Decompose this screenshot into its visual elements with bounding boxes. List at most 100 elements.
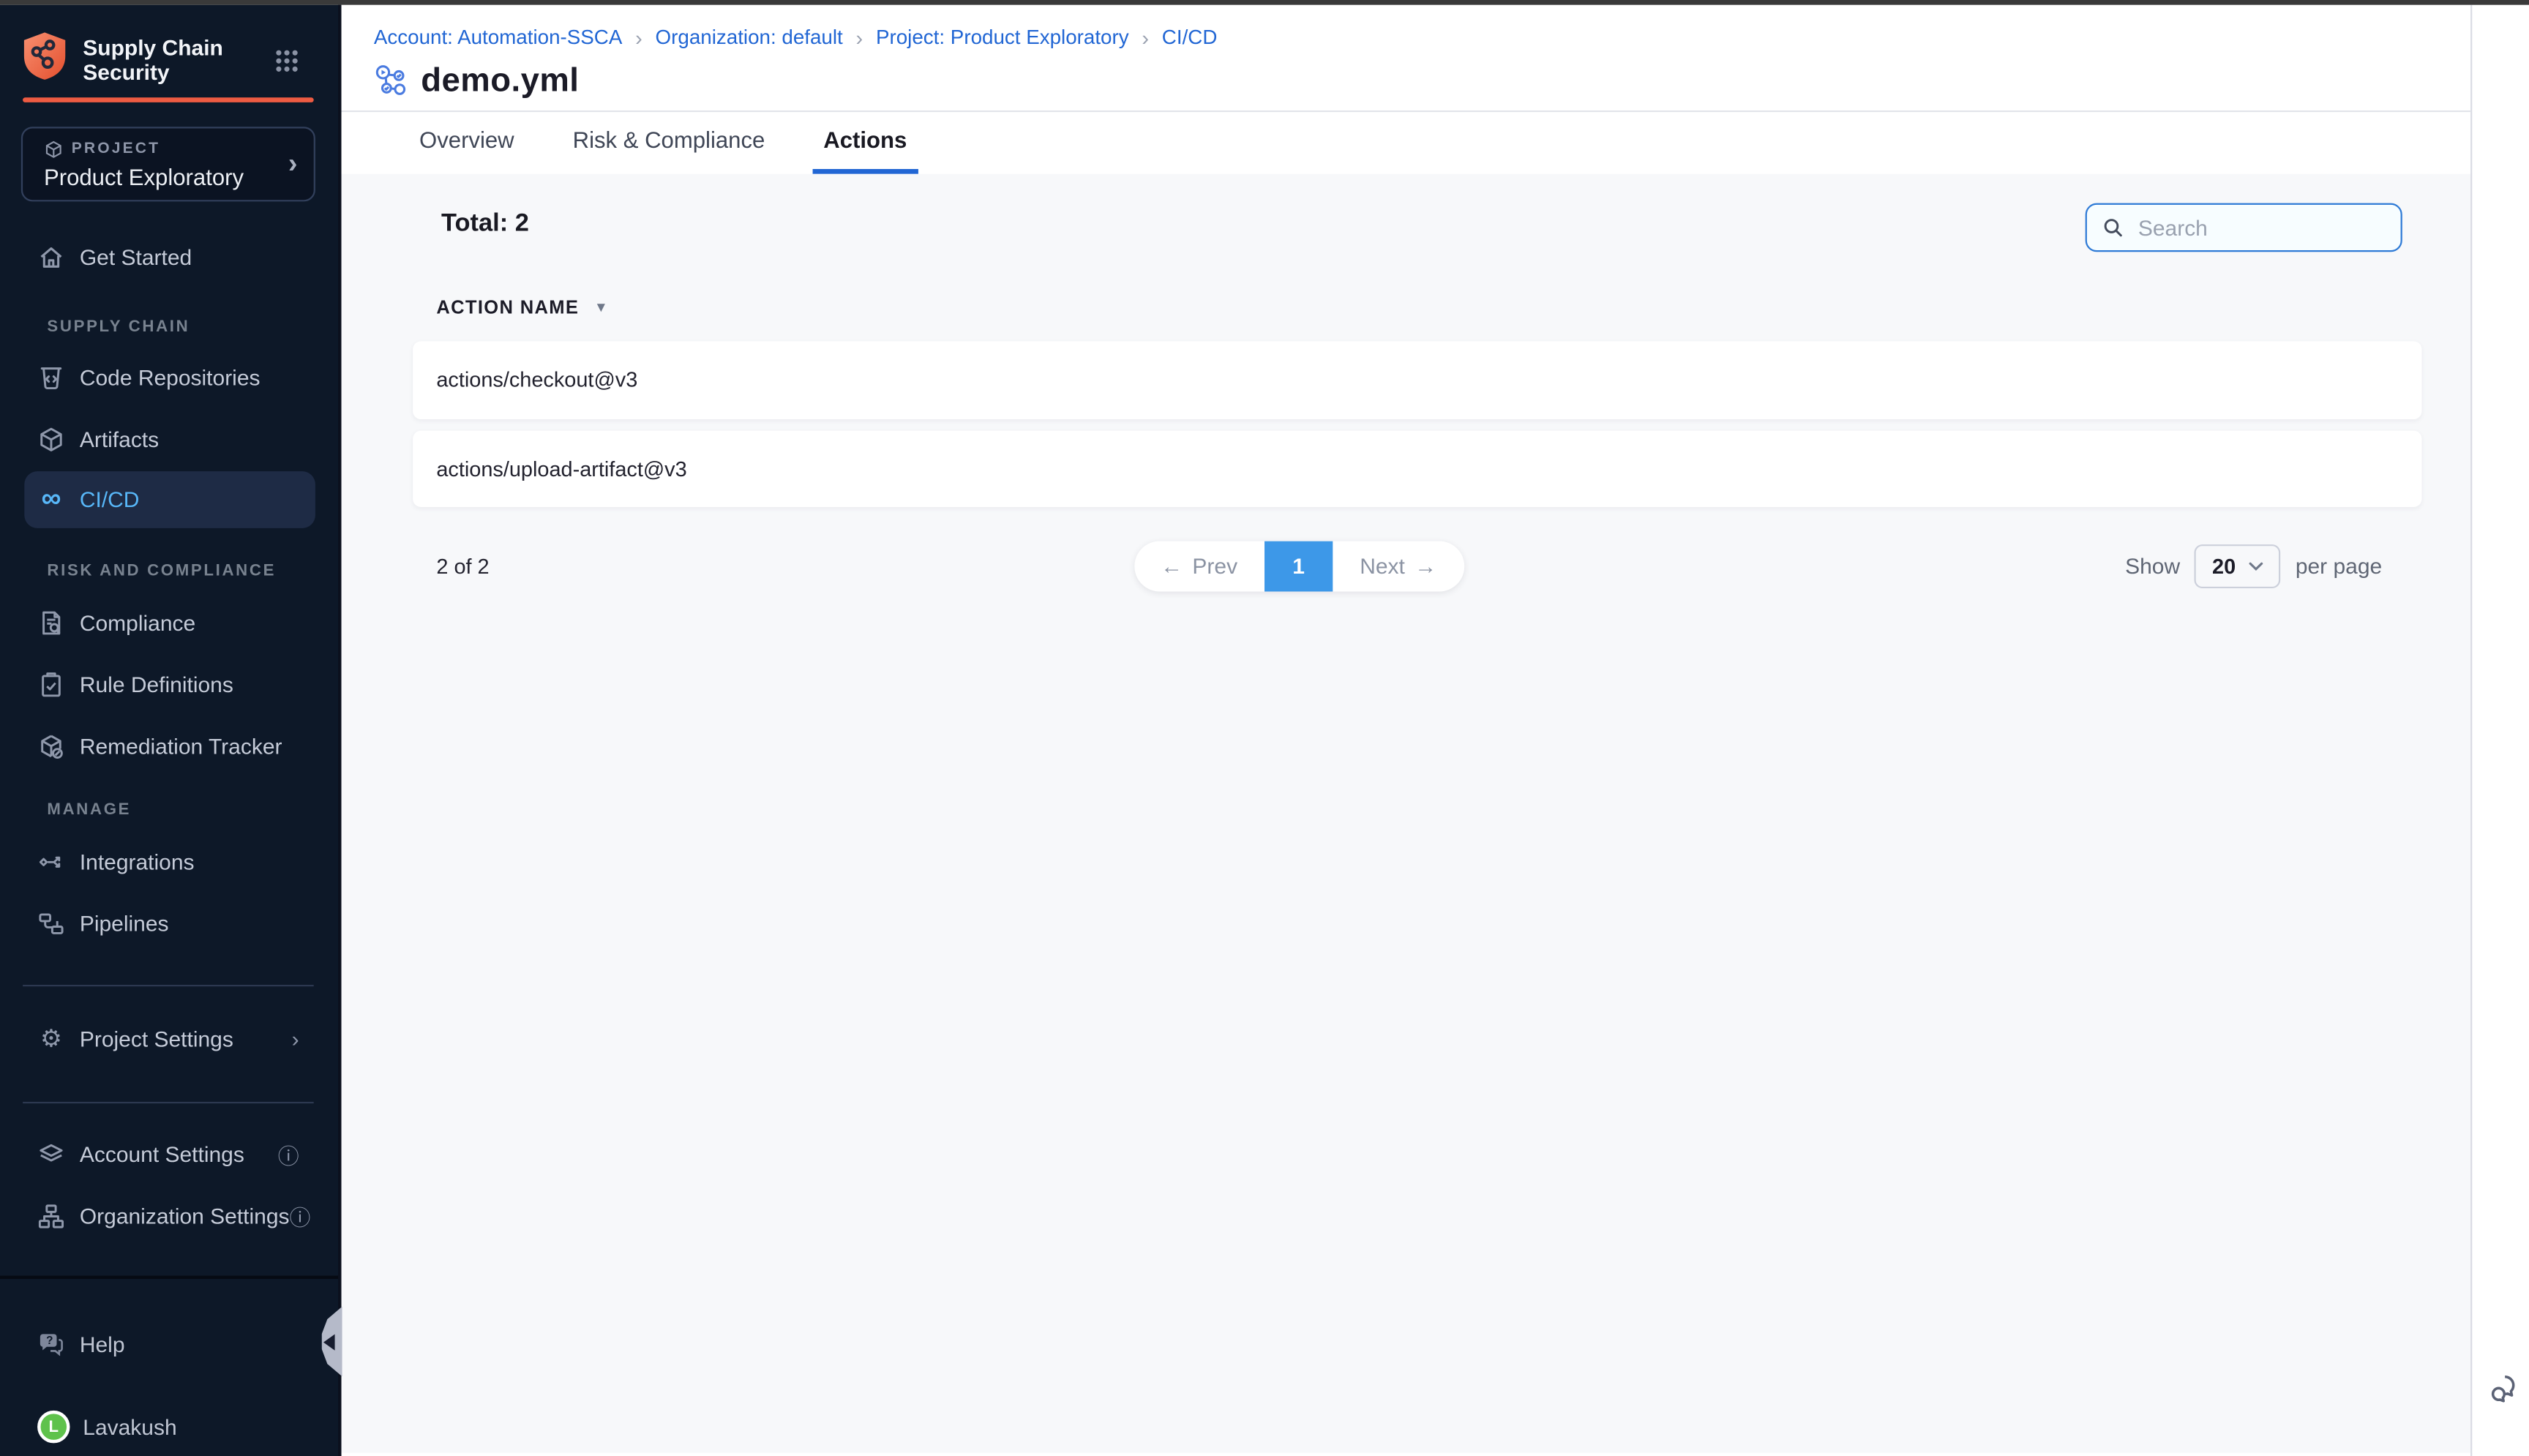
sort-desc-icon: ▾	[597, 299, 605, 317]
avatar: L	[37, 1411, 70, 1443]
pipeline-file-icon	[374, 63, 410, 99]
pagination-range: 2 of 2	[436, 541, 489, 592]
section-label-supply-chain: SUPPLY CHAIN	[47, 318, 190, 335]
help-chat-icon: ?	[37, 1330, 65, 1358]
sidebar-item-label: CI/CD	[80, 487, 140, 511]
arrow-left-icon: ←	[1161, 554, 1183, 578]
sidebar-item-label: Help	[80, 1332, 125, 1356]
page-number-button[interactable]: 1	[1264, 541, 1333, 592]
sidebar-divider	[23, 1101, 314, 1103]
column-header-action-name[interactable]: ACTION NAME ▾	[436, 299, 605, 318]
chevron-right-icon: ›	[292, 1027, 299, 1051]
pipelines-icon	[37, 909, 65, 937]
sidebar-item-project-settings[interactable]: ⚙ Project Settings ›	[24, 1010, 315, 1067]
sidebar-item-account-settings[interactable]: Account Settings ⓘ	[24, 1125, 315, 1182]
show-label: Show	[2125, 554, 2180, 578]
sidebar-item-label: Code Repositories	[80, 365, 261, 389]
search-icon	[2101, 216, 2124, 239]
sidebar-item-label: Pipelines	[80, 911, 169, 935]
search-input[interactable]	[2135, 214, 2385, 241]
breadcrumb-cicd-link[interactable]: CI/CD	[1162, 26, 1218, 49]
rule-definitions-clipboard-icon	[37, 670, 65, 698]
info-icon[interactable]: ⓘ	[278, 1138, 299, 1169]
compliance-document-icon	[37, 609, 65, 637]
chevron-down-icon	[2247, 560, 2263, 572]
integrations-icon	[37, 847, 65, 875]
sidebar-item-label: Account Settings	[80, 1141, 244, 1166]
sidebar-item-compliance[interactable]: Compliance	[24, 594, 315, 651]
table-row[interactable]: actions/checkout@v3	[412, 341, 2421, 419]
page-size-control: Show 20 per page	[2125, 541, 2382, 592]
sidebar-item-label: Organization Settings	[80, 1204, 290, 1228]
breadcrumb-separator-icon: ›	[856, 25, 863, 49]
brand-accent-rule	[23, 97, 314, 102]
project-selector[interactable]: PROJECT Product Exploratory ›	[21, 126, 315, 201]
chat-support-icon[interactable]	[2485, 1373, 2517, 1406]
sidebar-item-label: Remediation Tracker	[80, 734, 282, 758]
page-size-value: 20	[2212, 554, 2236, 578]
project-selector-label: PROJECT	[72, 140, 160, 157]
sidebar-item-code-repositories[interactable]: Code Repositories	[24, 348, 315, 405]
next-label: Next	[1360, 554, 1405, 578]
home-icon	[37, 243, 65, 271]
project-cube-icon	[44, 139, 64, 159]
organization-settings-icon	[37, 1202, 65, 1230]
next-page-button[interactable]: Next →	[1333, 541, 1464, 592]
section-label-manage: MANAGE	[47, 800, 131, 818]
sidebar-user[interactable]: L Lavakush	[24, 1398, 315, 1455]
info-icon[interactable]: ⓘ	[290, 1200, 311, 1231]
breadcrumb-organization-link[interactable]: Organization: default	[656, 26, 843, 49]
search-box[interactable]	[2085, 203, 2402, 252]
sidebar-item-cicd[interactable]: ∞ CI/CD	[24, 470, 315, 528]
sidebar-item-artifacts[interactable]: Artifacts	[24, 410, 315, 468]
sidebar-item-get-started[interactable]: Get Started	[24, 228, 315, 285]
page-title: demo.yml	[421, 61, 579, 100]
table-row[interactable]: actions/upload-artifact@v3	[412, 429, 2421, 507]
project-selector-value: Product Exploratory	[44, 163, 244, 189]
breadcrumb-separator-icon: ›	[1142, 25, 1149, 49]
sidebar-item-label: Integrations	[80, 849, 195, 874]
sidebar-item-label: Artifacts	[80, 427, 159, 451]
actions-content: Total: 2 ACTION NAME ▾ actions/checkout@…	[340, 173, 2470, 1452]
sidebar-item-integrations[interactable]: Integrations	[24, 833, 315, 890]
sidebar-item-label: Project Settings	[80, 1027, 233, 1051]
sidebar-item-pipelines[interactable]: Pipelines	[24, 895, 315, 952]
total-count: Total: 2	[441, 209, 529, 238]
svg-text:?: ?	[46, 1334, 53, 1346]
artifacts-icon	[37, 425, 65, 453]
tab-actions[interactable]: Actions	[812, 111, 918, 173]
breadcrumb-account-link[interactable]: Account: Automation-SSCA	[374, 26, 623, 49]
breadcrumb-project-link[interactable]: Project: Product Exploratory	[876, 26, 1129, 49]
sidebar-item-remediation-tracker[interactable]: Remediation Tracker	[24, 718, 315, 775]
code-repositories-icon	[37, 363, 65, 391]
module-grid-icon[interactable]	[274, 48, 299, 72]
collapse-left-arrow-icon	[323, 1333, 335, 1349]
sidebar-item-label: Get Started	[80, 244, 192, 269]
tab-overview[interactable]: Overview	[408, 111, 525, 173]
arrow-right-icon: →	[1415, 554, 1436, 578]
supply-chain-security-logo-icon	[21, 30, 68, 80]
sidebar: Supply Chain Security PROJECT Product Ex…	[0, 4, 340, 1456]
prev-page-button[interactable]: ← Prev	[1134, 541, 1264, 592]
sidebar-item-label: Rule Definitions	[80, 672, 233, 696]
sidebar-bottom-section: ? Help L Lavakush	[0, 1275, 337, 1456]
sidebar-item-label: Compliance	[80, 610, 195, 634]
sidebar-item-rule-definitions[interactable]: Rule Definitions	[24, 656, 315, 713]
breadcrumb-separator-icon: ›	[635, 25, 642, 49]
chevron-right-icon: ›	[288, 149, 298, 176]
tab-risk-and-compliance[interactable]: Risk & Compliance	[561, 111, 776, 173]
user-name: Lavakush	[83, 1414, 176, 1438]
pagination: ← Prev 1 Next →	[1134, 541, 1464, 592]
right-side-panel	[2470, 4, 2529, 1456]
section-label-risk-and-compliance: RISK AND COMPLIANCE	[47, 561, 276, 579]
tab-bar: Overview Risk & Compliance Actions	[340, 111, 2470, 173]
action-name-cell: actions/checkout@v3	[436, 368, 637, 392]
page-size-select[interactable]: 20	[2195, 544, 2281, 588]
page-header: Account: Automation-SSCA › Organization:…	[340, 4, 2470, 112]
window-top-bar	[0, 0, 2529, 4]
gear-icon: ⚙	[37, 1024, 65, 1052]
remediation-tracker-icon	[37, 732, 65, 760]
cicd-infinity-icon: ∞	[37, 485, 65, 513]
sidebar-item-organization-settings[interactable]: Organization Settings ⓘ	[24, 1187, 315, 1245]
sidebar-item-help[interactable]: ? Help	[24, 1316, 315, 1373]
